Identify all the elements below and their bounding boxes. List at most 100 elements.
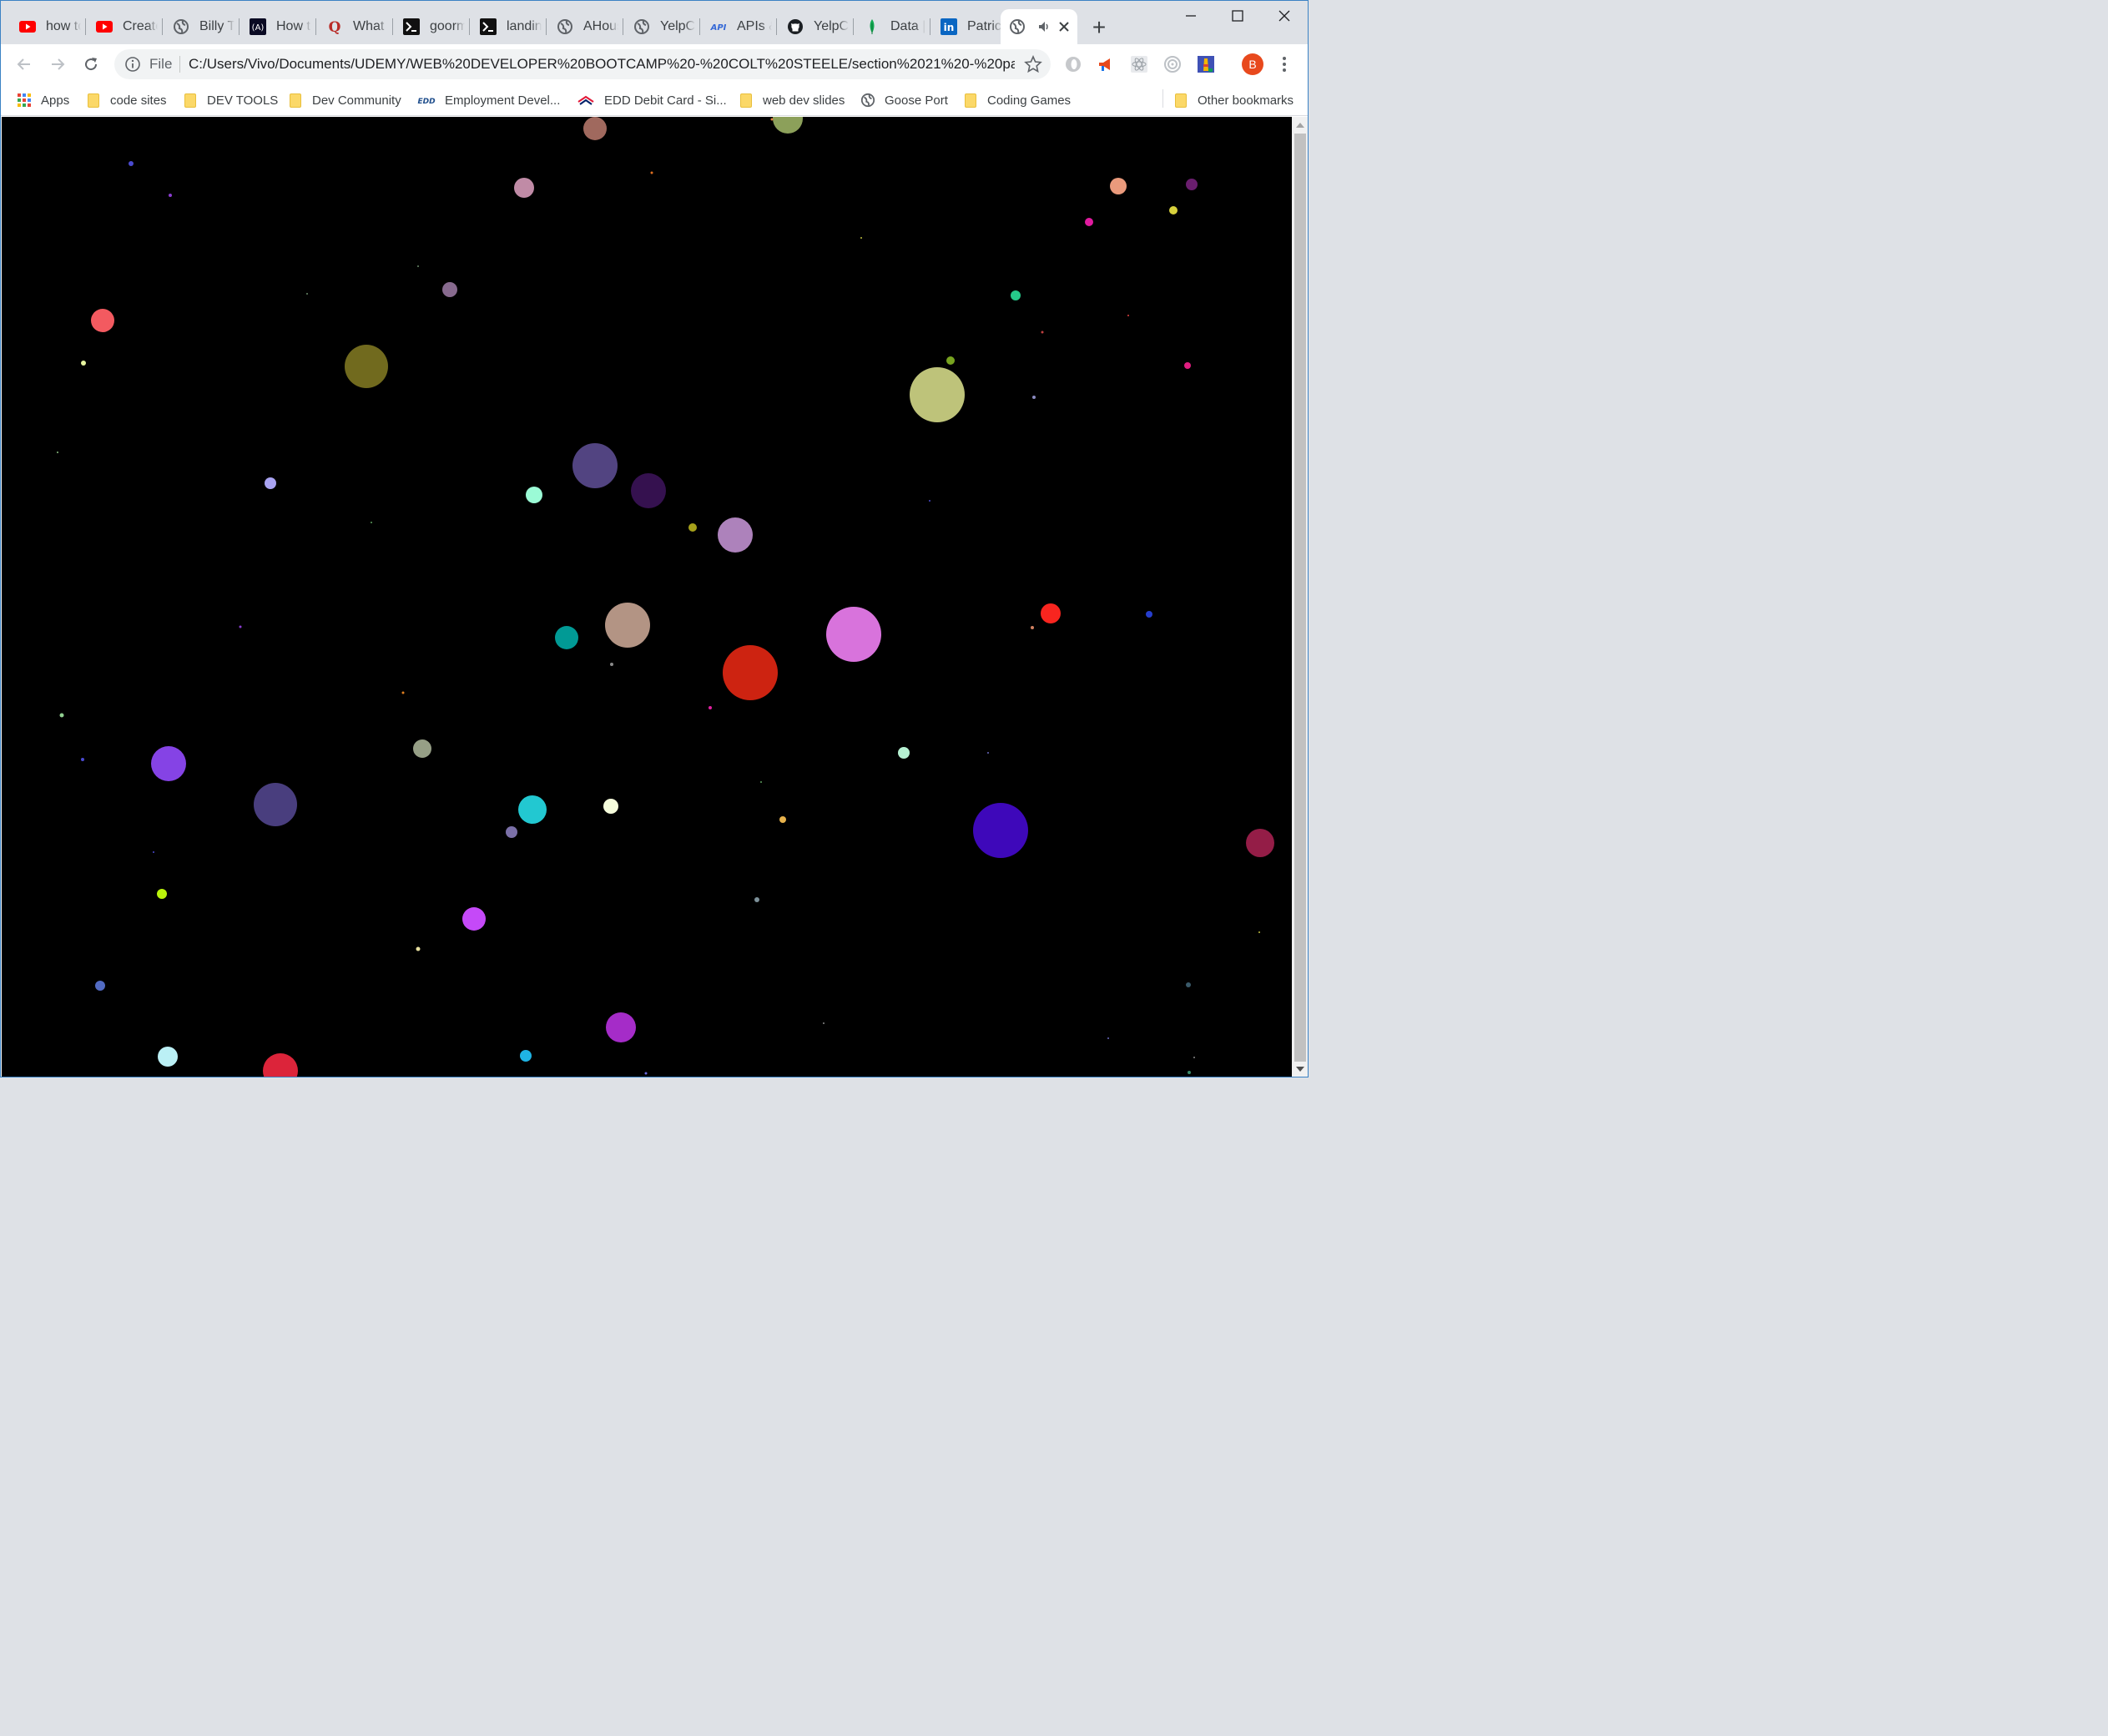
tab-title: YelpCa bbox=[814, 19, 849, 33]
tab-how-to-fcc[interactable]: (A) How to bbox=[238, 9, 316, 44]
extension-megaphone-icon[interactable] bbox=[1096, 54, 1116, 74]
circle bbox=[973, 803, 1028, 858]
circle bbox=[157, 889, 167, 899]
bookmark-web-dev-slides[interactable]: web dev slides bbox=[739, 89, 845, 111]
bookmark-other-bookmarks[interactable]: Other bookmarks bbox=[1173, 89, 1294, 111]
circle bbox=[583, 117, 607, 140]
tab-how-to-youtube[interactable]: how to bbox=[8, 9, 86, 44]
maximize-button[interactable] bbox=[1214, 1, 1261, 31]
github-icon bbox=[787, 18, 804, 35]
page-canvas[interactable] bbox=[2, 117, 1292, 1077]
globe-icon bbox=[633, 18, 650, 35]
tab-title: AHous bbox=[583, 19, 618, 33]
menu-icon[interactable] bbox=[1278, 54, 1291, 74]
dot bbox=[59, 713, 64, 718]
circle bbox=[773, 117, 803, 134]
back-button[interactable] bbox=[11, 51, 38, 78]
globe-icon bbox=[1009, 18, 1026, 35]
circle bbox=[413, 739, 431, 758]
quora-icon: Q bbox=[326, 18, 343, 35]
tab-active[interactable] bbox=[1001, 9, 1077, 44]
scroll-thumb[interactable] bbox=[1294, 134, 1306, 1062]
bookmark-label: Dev Community bbox=[312, 93, 401, 108]
minimize-button[interactable] bbox=[1167, 1, 1214, 31]
new-tab-button[interactable]: + bbox=[1086, 15, 1112, 42]
tab-landing[interactable]: landing bbox=[468, 9, 547, 44]
linkedin-icon: in bbox=[941, 18, 957, 35]
reload-button[interactable] bbox=[78, 51, 104, 78]
url-text[interactable]: C:/Users/Vivo/Documents/UDEMY/WEB%20DEVE… bbox=[189, 56, 1015, 73]
extension-target-icon[interactable] bbox=[1162, 54, 1183, 74]
vertical-scrollbar[interactable] bbox=[1292, 117, 1308, 1077]
tab-patrick-linkedin[interactable]: in Patrick bbox=[929, 9, 1004, 44]
toolbar: File C:/Users/Vivo/Documents/UDEMY/WEB%2… bbox=[1, 44, 1308, 84]
bookmark-dev-tools[interactable]: DEV TOOLS bbox=[183, 89, 278, 111]
circle bbox=[442, 282, 457, 297]
circle bbox=[688, 523, 697, 532]
svg-text:API: API bbox=[710, 23, 727, 33]
star-icon[interactable] bbox=[1024, 54, 1042, 73]
tab-title: Billy To bbox=[199, 19, 235, 33]
bookmark-edd-debit-card[interactable]: EDD Debit Card - Si... bbox=[577, 89, 727, 111]
circle bbox=[826, 607, 881, 662]
youtube-icon bbox=[19, 18, 36, 35]
circle bbox=[603, 799, 618, 814]
circle bbox=[526, 487, 542, 503]
scroll-up-arrow-icon[interactable] bbox=[1292, 118, 1308, 133]
dot bbox=[401, 691, 405, 694]
circle bbox=[1186, 179, 1198, 190]
close-icon[interactable] bbox=[1057, 20, 1071, 33]
tab-yelpcamp-1[interactable]: YelpCa bbox=[622, 9, 700, 44]
dot bbox=[1258, 931, 1260, 933]
tab-yelpcamp-github[interactable]: YelpCa bbox=[775, 9, 854, 44]
bookmark-dev-community[interactable]: Dev Community bbox=[288, 89, 401, 111]
extension-opera-icon[interactable] bbox=[1063, 54, 1083, 74]
address-bar[interactable]: File C:/Users/Vivo/Documents/UDEMY/WEB%2… bbox=[114, 49, 1051, 79]
circle bbox=[1041, 603, 1061, 623]
dot bbox=[239, 625, 242, 628]
folder-icon bbox=[183, 93, 198, 108]
dot bbox=[860, 237, 862, 239]
circle bbox=[151, 746, 186, 781]
tab-data-mongodb[interactable]: Data | bbox=[852, 9, 930, 44]
scroll-down-arrow-icon[interactable] bbox=[1292, 1062, 1308, 1077]
tab-billy[interactable]: Billy To bbox=[161, 9, 240, 44]
tab-what-quora[interactable]: Q What bbox=[315, 9, 393, 44]
circle bbox=[605, 603, 650, 648]
tab-create-youtube[interactable]: Create bbox=[84, 9, 163, 44]
dot bbox=[57, 452, 58, 453]
circle bbox=[518, 795, 547, 824]
dot bbox=[770, 118, 774, 121]
mongodb-leaf-icon bbox=[864, 18, 880, 35]
bookmark-coding-games[interactable]: Coding Games bbox=[963, 89, 1071, 111]
circle bbox=[898, 747, 910, 759]
circle bbox=[754, 897, 759, 902]
bookmark-goose-port[interactable]: Goose Port bbox=[860, 89, 948, 111]
dot bbox=[709, 706, 712, 709]
speaker-icon[interactable] bbox=[1036, 18, 1052, 35]
info-icon[interactable] bbox=[124, 56, 141, 73]
extension-react-icon[interactable] bbox=[1129, 54, 1149, 74]
dot bbox=[1107, 1037, 1109, 1039]
dot bbox=[1032, 396, 1036, 399]
circle bbox=[1110, 178, 1127, 194]
circle bbox=[1184, 362, 1191, 369]
close-window-button[interactable] bbox=[1261, 1, 1308, 31]
globe-icon bbox=[173, 18, 189, 35]
extension-lighthouse-icon[interactable] bbox=[1196, 54, 1216, 74]
tab-apis[interactable]: API APIs & bbox=[698, 9, 777, 44]
svg-text:Q: Q bbox=[329, 19, 341, 35]
profile-avatar[interactable]: B bbox=[1242, 53, 1263, 75]
circle bbox=[555, 626, 578, 649]
bookmark-code-sites[interactable]: code sites bbox=[86, 89, 167, 111]
bookmark-apps[interactable]: Apps bbox=[17, 89, 69, 111]
tab-title: What bbox=[353, 19, 385, 33]
tab-title: Create bbox=[123, 19, 158, 33]
browser-window: how to Create Billy To (A) How to Q What… bbox=[0, 0, 1309, 1077]
bookmark-employment-devel[interactable]: EDD Employment Devel... bbox=[417, 89, 560, 111]
forward-button[interactable] bbox=[44, 51, 71, 78]
tab-goorm[interactable]: goorm bbox=[391, 9, 470, 44]
tab-ahous[interactable]: AHous bbox=[545, 9, 623, 44]
terminal-icon bbox=[403, 18, 420, 35]
dot bbox=[1186, 982, 1191, 987]
